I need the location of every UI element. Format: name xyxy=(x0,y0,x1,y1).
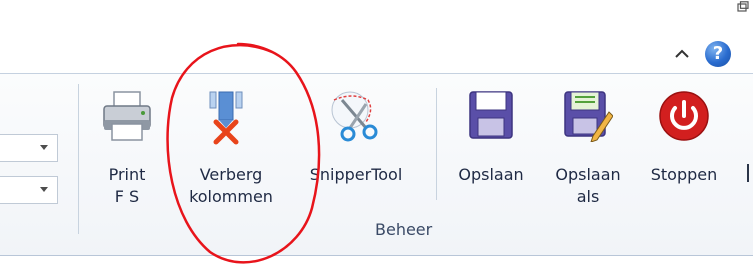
hide-columns-icon xyxy=(209,91,243,145)
collapse-ribbon-icon[interactable] xyxy=(673,46,691,62)
print-fs-label: Print F S xyxy=(108,165,146,206)
hide-columns-button[interactable]: Verberg kolommen xyxy=(176,74,286,214)
save-label: Opslaan xyxy=(458,165,524,184)
group-label-beheer: Beheer xyxy=(375,220,433,239)
snippertool-button[interactable]: SnipperTool xyxy=(292,74,420,214)
next-group-edge xyxy=(747,164,749,182)
restore-window-icon[interactable] xyxy=(737,1,749,12)
snippertool-label: SnipperTool xyxy=(309,165,403,184)
save-button[interactable]: Opslaan xyxy=(446,74,536,214)
chevron-down-icon xyxy=(40,145,48,150)
dropdown-2[interactable] xyxy=(0,176,58,204)
ribbon-separator xyxy=(436,88,437,200)
stop-button[interactable]: Stoppen xyxy=(636,74,732,214)
hide-columns-label: Verberg kolommen xyxy=(189,165,273,206)
content-area xyxy=(0,256,753,271)
print-fs-button[interactable]: Print F S xyxy=(92,74,162,214)
save-icon xyxy=(469,91,513,139)
power-icon xyxy=(659,91,709,141)
save-as-button[interactable]: Opslaan als xyxy=(542,74,634,214)
dropdown-1[interactable] xyxy=(0,134,58,162)
printer-icon xyxy=(103,91,151,141)
scissors-icon xyxy=(331,91,378,142)
ribbon-separator xyxy=(78,84,79,234)
save-as-icon xyxy=(564,91,613,142)
app-window: ? Print F S Verberg kolommen SnipperTool… xyxy=(0,0,753,271)
ribbon-panel: Print F S Verberg kolommen SnipperTool O… xyxy=(0,73,753,256)
stop-label: Stoppen xyxy=(650,165,718,184)
chevron-down-icon xyxy=(40,187,48,192)
save-as-label: Opslaan als xyxy=(555,165,621,206)
help-icon[interactable]: ? xyxy=(705,41,731,67)
title-area: ? xyxy=(0,0,753,73)
